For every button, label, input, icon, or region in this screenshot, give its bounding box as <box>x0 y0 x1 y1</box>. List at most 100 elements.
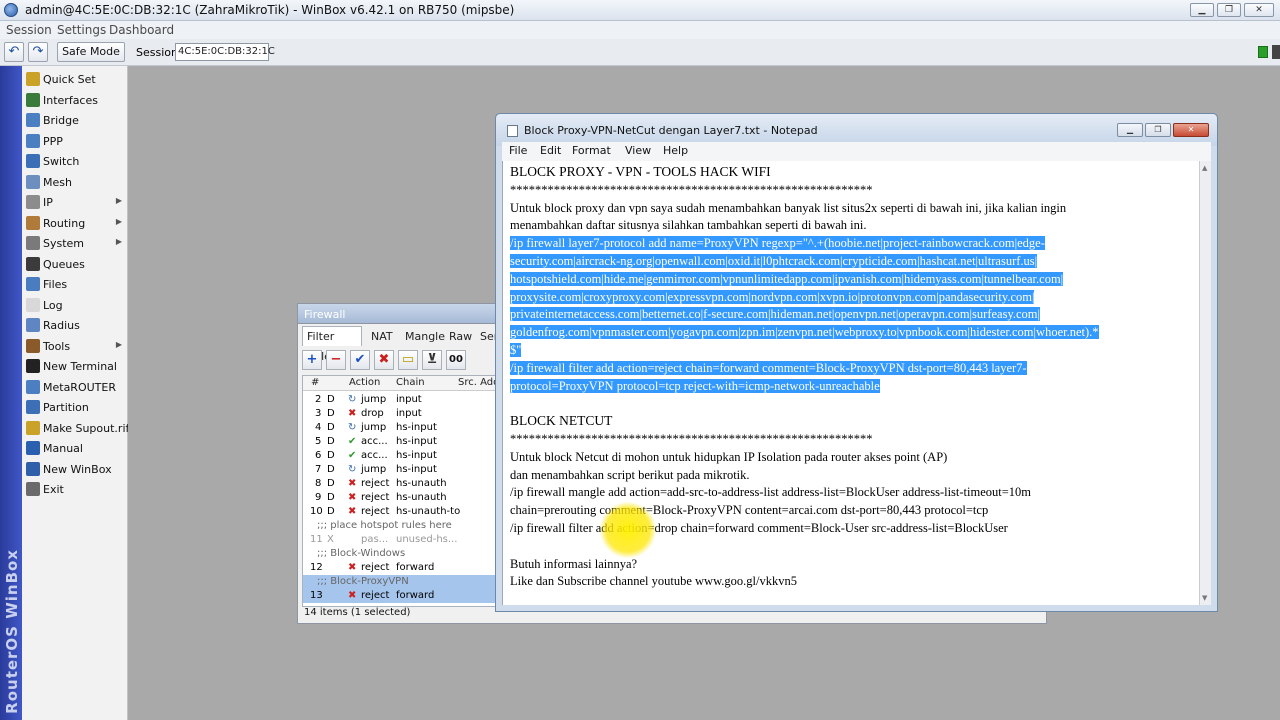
menu-settings[interactable]: Settings <box>57 23 106 37</box>
disable-icon[interactable]: ✖ <box>374 350 394 370</box>
text-line-content: /ip firewall filter add action=reject ch… <box>510 360 1027 375</box>
close-button[interactable]: ✕ <box>1244 3 1274 17</box>
sidebar-item-label: Log <box>43 298 63 312</box>
col-chain[interactable]: Chain <box>396 377 425 388</box>
sidebar-item-tools[interactable]: Tools ▶ <box>22 336 128 356</box>
session-input[interactable]: 4C:5E:0C:DB:32:1C <box>175 43 275 61</box>
filter-icon[interactable]: ⊻ <box>422 350 442 370</box>
text-line-content: BLOCK PROXY - VPN - TOOLS HACK WIFI <box>510 164 771 179</box>
sidebar-item-new-terminal[interactable]: New Terminal <box>22 356 128 376</box>
lock-icon <box>1272 45 1280 59</box>
rule-flag: D <box>327 422 335 433</box>
undo-icon[interactable]: ↶ <box>4 42 24 62</box>
sidebar-item-mesh[interactable]: Mesh <box>22 172 128 192</box>
tab-raw[interactable]: Raw <box>444 326 477 346</box>
sidebar-item-switch[interactable]: Switch <box>22 151 128 171</box>
scroll-up-icon[interactable]: ▲ <box>1202 164 1207 172</box>
sidebar-item-label: Quick Set <box>43 73 96 86</box>
rule-chain: forward <box>396 562 435 573</box>
notepad-close-button[interactable]: ✕ <box>1173 123 1209 137</box>
text-line-content: /ip firewall mangle add action=add-src-t… <box>510 485 1032 500</box>
quick-set-icon <box>26 72 40 86</box>
sidebar-item-label: Switch <box>43 155 80 168</box>
rule-number: 7 <box>315 464 322 475</box>
notepad-scrollbar[interactable]: ▲ ▼ <box>1199 161 1211 605</box>
menu-view[interactable]: View <box>625 144 651 157</box>
menu-file[interactable]: File <box>509 144 527 157</box>
sidebar-item-new-winbox[interactable]: New WinBox <box>22 459 128 479</box>
menu-help[interactable]: Help <box>663 144 688 157</box>
rule-chain: hs-unauth-to <box>396 506 461 517</box>
sidebar-item-interfaces[interactable]: Interfaces <box>22 90 128 110</box>
col-number[interactable]: # <box>311 377 319 388</box>
sidebar-item-bridge[interactable]: Bridge <box>22 110 128 130</box>
sidebar-item-ppp[interactable]: PPP <box>22 131 128 151</box>
selected-text-line: privateinternetaccess.com|betternet.co|f… <box>510 306 1041 322</box>
submenu-arrow-icon: ▶ <box>115 339 122 349</box>
enable-icon[interactable]: ✔ <box>350 350 370 370</box>
text-line-content: Untuk block proxy dan vpn saya sudah men… <box>510 200 1067 215</box>
rule-chain: unused-hs... <box>396 534 458 545</box>
tab-filter-rules[interactable]: Filter Rules <box>302 326 362 363</box>
sidebar-item-label: Mesh <box>43 175 72 189</box>
notepad-minimize-button[interactable]: ▁ <box>1117 123 1143 137</box>
notepad-text-area[interactable]: BLOCK PROXY - VPN - TOOLS HACK WIFI *****… <box>502 161 1199 605</box>
rule-chain: hs-input <box>396 422 437 433</box>
sidebar-item-label: Routing <box>43 216 86 230</box>
winbox-brand-strip: RouterOS WinBox <box>0 66 22 720</box>
notepad-title: Block Proxy-VPN-NetCut dengan Layer7.txt… <box>524 124 818 137</box>
menu-format[interactable]: Format <box>572 144 611 157</box>
menu-dashboard[interactable]: Dashboard <box>109 23 174 37</box>
rule-comment: ;;; place hotspot rules here <box>317 520 452 531</box>
safe-mode-button[interactable]: Safe Mode <box>57 42 125 62</box>
text-line-content: BLOCK NETCUT <box>510 413 613 429</box>
notepad-maximize-button[interactable]: ❐ <box>1145 123 1171 137</box>
scroll-down-icon[interactable]: ▼ <box>1202 594 1207 602</box>
rule-number: 5 <box>315 436 322 447</box>
rule-number: 12 <box>310 562 323 573</box>
sidebar-item-quick-set[interactable]: Quick Set <box>22 69 128 89</box>
text-line: BLOCK NETCUT <box>510 413 612 429</box>
sidebar-item-make-supout-rif[interactable]: Make Supout.rif <box>22 418 129 438</box>
supout-icon <box>26 420 40 435</box>
sidebar-item-files[interactable]: Files <box>22 274 128 294</box>
rule-number: 8 <box>315 478 322 489</box>
sidebar-item-exit[interactable]: Exit <box>22 479 128 499</box>
reject-icon: ✖ <box>348 562 357 573</box>
rule-number: 11 <box>310 534 323 545</box>
notepad-icon <box>507 125 518 137</box>
menu-edit[interactable]: Edit <box>540 144 561 157</box>
text-line: Untuk block Netcut di mohon untuk hidupk… <box>510 449 947 465</box>
sidebar-item-metarouter[interactable]: MetaROUTER <box>22 377 128 397</box>
text-line-content: hotspotshield.com|hide.me|genmirror.com|… <box>510 271 1064 286</box>
col-action[interactable]: Action <box>349 377 380 388</box>
sidebar-item-log[interactable]: Log <box>22 295 128 315</box>
sidebar-item-queues[interactable]: Queues <box>22 254 128 274</box>
firewall-status: 14 items (1 selected) <box>304 607 411 618</box>
sidebar-item-system[interactable]: System ▶ <box>22 233 128 253</box>
sidebar-item-routing[interactable]: Routing ▶ <box>22 213 128 233</box>
redo-icon[interactable]: ↷ <box>28 42 48 62</box>
reset-counters-icon[interactable]: 00 <box>446 350 466 370</box>
menu-bar: Session Settings Dashboard <box>0 21 1280 39</box>
sidebar-item-manual[interactable]: Manual <box>22 438 128 458</box>
interfaces-icon <box>26 92 40 107</box>
submenu-arrow-icon: ▶ <box>115 216 122 226</box>
rule-action: jump <box>361 422 387 433</box>
add-icon[interactable]: + <box>302 350 322 370</box>
sidebar-item-ip[interactable]: IP ▶ <box>22 192 128 212</box>
sidebar-item-label: Interfaces <box>43 93 98 107</box>
tab-mangle[interactable]: Mangle <box>400 326 450 346</box>
maximize-button[interactable]: ❐ <box>1217 3 1241 17</box>
rule-chain: forward <box>396 590 435 601</box>
text-line-content: ****************************************… <box>510 432 873 446</box>
sidebar-item-radius[interactable]: Radius <box>22 315 128 335</box>
sidebar-item-partition[interactable]: Partition <box>22 397 128 417</box>
menu-session[interactable]: Session <box>6 23 52 37</box>
minimize-button[interactable]: ▁ <box>1190 3 1214 17</box>
tab-nat[interactable]: NAT <box>366 326 398 346</box>
remove-icon[interactable]: − <box>326 350 346 370</box>
comment-icon[interactable]: ▭ <box>398 350 418 370</box>
window-title: admin@4C:5E:0C:DB:32:1C (ZahraMikroTik) … <box>25 3 515 17</box>
switch-icon <box>26 154 40 168</box>
